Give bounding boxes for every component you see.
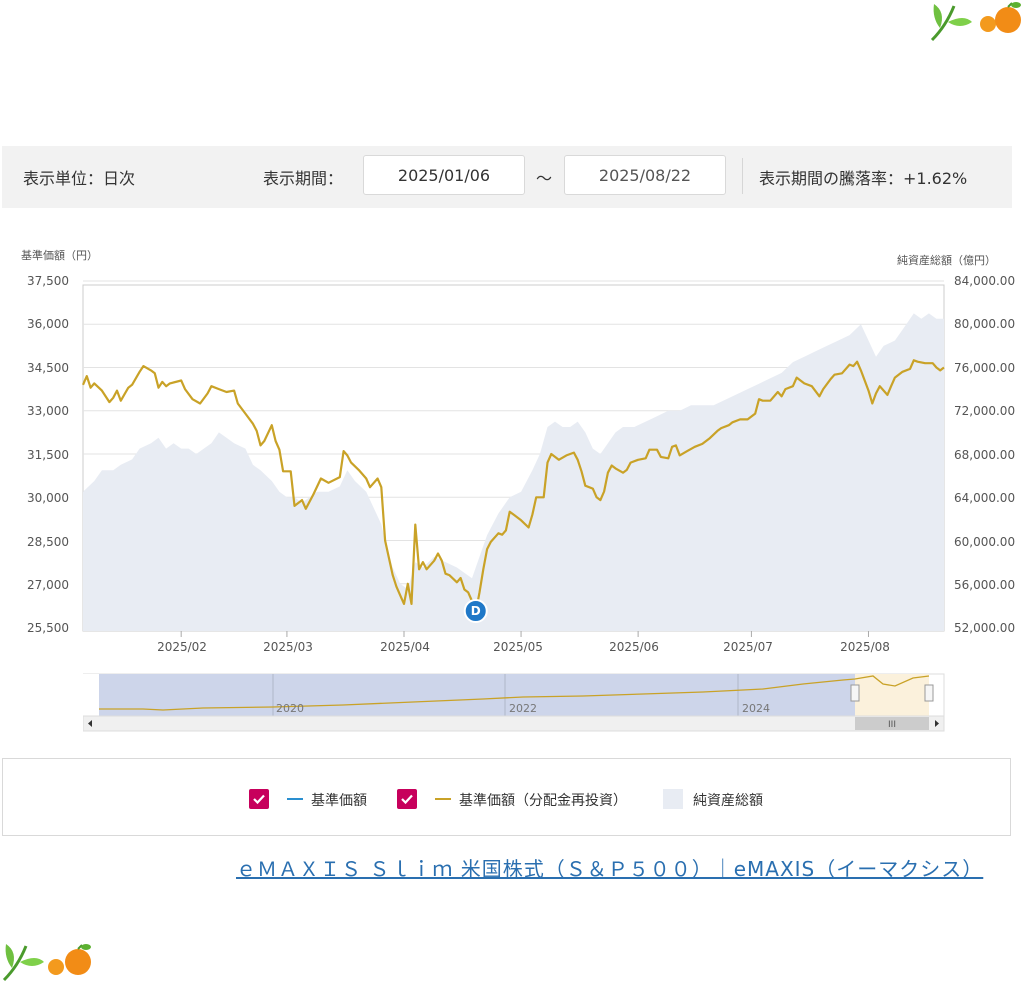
navigator-left-handle[interactable] — [850, 684, 860, 702]
legend-checkbox-nav[interactable] — [249, 789, 269, 809]
navigator-outside-left — [83, 674, 99, 716]
leaf-orange-decoration-bottom — [2, 944, 91, 982]
legend-line-nav — [287, 798, 303, 800]
navigator-year-label: 2022 — [509, 702, 537, 715]
x-tick-label: 2025/06 — [609, 640, 659, 654]
navigator-scrollbar-grip: III — [888, 720, 896, 730]
check-icon — [401, 794, 413, 805]
navigator-scrollbar-track[interactable] — [83, 715, 945, 732]
nav-price-chart[interactable]: D — [0, 0, 1024, 680]
x-tick-label: 2025/05 — [493, 640, 543, 654]
legend-swatch-net-assets[interactable] — [663, 789, 683, 809]
navigator-right-handle[interactable] — [924, 684, 934, 702]
legend-label-net-assets[interactable]: 純資産総額 — [693, 790, 763, 810]
legend-line-nav-reinvested — [435, 798, 451, 800]
chart-legend: 基準価額 基準価額（分配金再投資） 純資産総額 — [2, 758, 1011, 836]
x-tick-label: 2025/08 — [840, 640, 890, 654]
x-tick-label: 2025/02 — [157, 640, 207, 654]
navigator-selected-range[interactable] — [855, 674, 929, 716]
x-axis-ticks — [180, 631, 869, 637]
legend-label-nav[interactable]: 基準価額 — [311, 790, 367, 810]
navigator-year-label: 2024 — [742, 702, 770, 715]
x-tick-label: 2025/03 — [263, 640, 313, 654]
legend-checkbox-nav-reinvested[interactable] — [397, 789, 417, 809]
x-tick-label: 2025/04 — [380, 640, 430, 654]
check-icon — [253, 794, 265, 805]
range-navigator[interactable]: 2020 2022 2024 III — [83, 672, 945, 732]
legend-label-nav-reinvested[interactable]: 基準価額（分配金再投資） — [459, 790, 627, 810]
fund-page-link[interactable]: ｅＭＡＸＩＳ Ｓｌｉｍ 米国株式（Ｓ＆Ｐ５００）｜eMAXIS（イーマクシス） — [236, 853, 1008, 882]
dividend-marker[interactable]: D — [463, 599, 488, 623]
dividend-marker-label: D — [471, 604, 481, 618]
x-tick-label: 2025/07 — [723, 640, 773, 654]
navigator-year-label: 2020 — [276, 702, 304, 715]
